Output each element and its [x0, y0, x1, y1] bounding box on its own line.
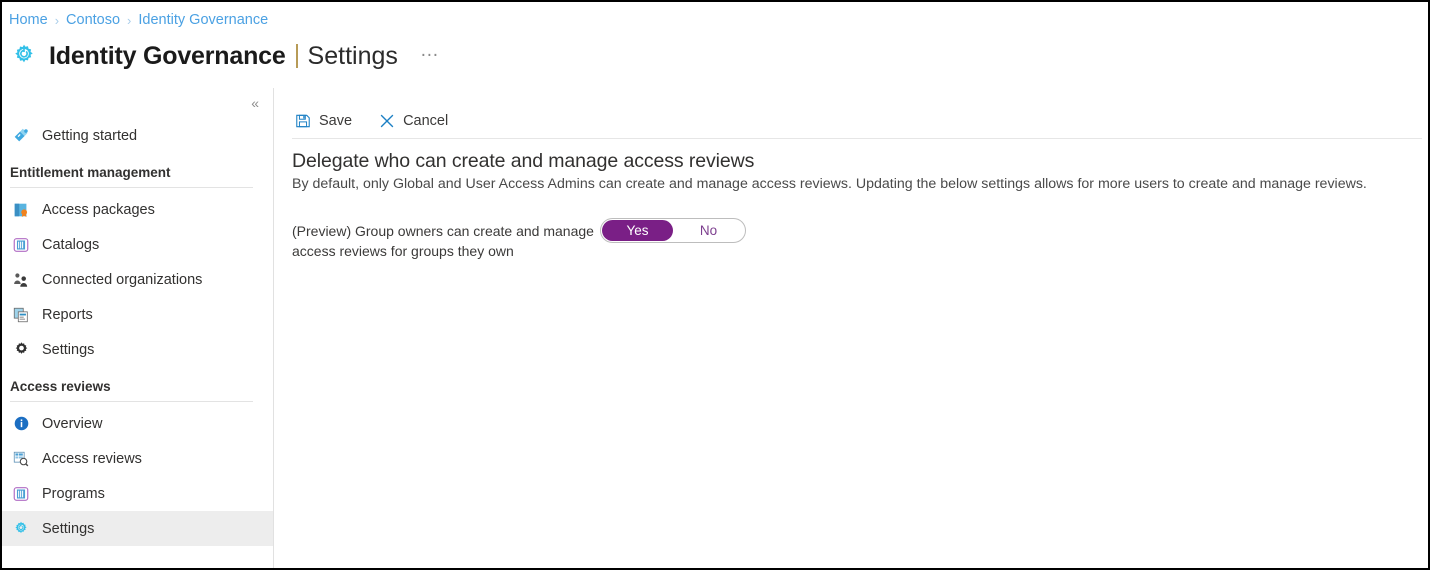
- sidebar-section-title: Access reviews: [10, 379, 111, 394]
- sidebar-item-getting-started[interactable]: Getting started: [2, 118, 273, 153]
- sidebar: « Getting started Entitlement management: [2, 88, 274, 568]
- main-content: Delegate who can create and manage acces…: [292, 150, 1424, 261]
- sidebar-item-programs[interactable]: Programs: [2, 476, 273, 511]
- sidebar-item-access-reviews[interactable]: Access reviews: [2, 441, 273, 476]
- sidebar-item-label: Access packages: [42, 201, 155, 218]
- page-subtitle: Settings: [307, 41, 398, 70]
- sidebar-item-label: Connected organizations: [42, 271, 203, 288]
- sidebar-item-label: Programs: [42, 485, 105, 502]
- rocket-icon: [10, 126, 32, 146]
- content-description: By default, only Global and User Access …: [292, 176, 1367, 192]
- save-disk-icon: [294, 113, 311, 130]
- azure-portal-window: Home › Contoso › Identity Governance Ide…: [0, 0, 1430, 570]
- sidebar-item-label: Getting started: [42, 127, 138, 144]
- more-options-icon[interactable]: …: [420, 41, 440, 66]
- sidebar-section-entitlement-management: Entitlement management: [2, 165, 273, 188]
- sidebar-item-label: Reports: [42, 306, 93, 323]
- breadcrumb-item-contoso[interactable]: Contoso: [66, 12, 120, 28]
- setting-label-line1: (Preview) Group owners can create and ma…: [292, 223, 594, 239]
- gear-icon: [10, 340, 32, 360]
- sidebar-section-divider: [10, 187, 253, 188]
- setting-label-line2: access reviews for groups they own: [292, 243, 514, 259]
- identity-governance-gear-icon: [9, 41, 39, 71]
- page-header: Identity Governance Settings …: [9, 36, 440, 76]
- command-bar-divider: [292, 138, 1422, 139]
- breadcrumb-separator-icon: ›: [54, 12, 60, 28]
- reports-icon: [10, 305, 32, 325]
- sidebar-item-label: Settings: [42, 520, 95, 537]
- setting-label: (Preview) Group owners can create and ma…: [292, 218, 600, 261]
- collapse-chevron-icon[interactable]: «: [247, 93, 263, 113]
- breadcrumb-item-identity-governance[interactable]: Identity Governance: [138, 12, 268, 28]
- sidebar-item-reports[interactable]: Reports: [2, 297, 273, 332]
- command-bar: Save Cancel: [292, 106, 1422, 136]
- page-title: Identity Governance: [49, 41, 286, 70]
- cancel-label: Cancel: [403, 113, 449, 129]
- programs-book-icon: [10, 484, 32, 504]
- sidebar-item-label: Settings: [42, 341, 95, 358]
- sidebar-item-label: Overview: [42, 415, 103, 432]
- catalog-book-icon: [10, 235, 32, 255]
- sidebar-item-access-packages[interactable]: Access packages: [2, 192, 273, 227]
- sidebar-item-catalogs[interactable]: Catalogs: [2, 227, 273, 262]
- sidebar-item-connected-organizations[interactable]: Connected organizations: [2, 262, 273, 297]
- sidebar-item-settings-access-reviews[interactable]: Settings: [2, 511, 273, 546]
- sidebar-item-overview[interactable]: Overview: [2, 406, 273, 441]
- sidebar-section-divider: [10, 401, 253, 402]
- breadcrumb-separator-icon: ›: [127, 12, 132, 28]
- toggle-option-yes[interactable]: Yes: [602, 220, 673, 241]
- breadcrumb-item-home[interactable]: Home: [9, 12, 48, 28]
- save-button[interactable]: Save: [292, 111, 354, 132]
- cancel-button[interactable]: Cancel: [376, 111, 450, 132]
- sidebar-collapse-row: «: [2, 88, 273, 118]
- content-heading: Delegate who can create and manage acces…: [292, 150, 755, 172]
- sidebar-item-settings-entitlement[interactable]: Settings: [2, 332, 273, 367]
- sidebar-section-access-reviews: Access reviews: [2, 379, 273, 402]
- info-icon: [10, 414, 32, 434]
- people-icon: [10, 270, 32, 290]
- toggle-option-no[interactable]: No: [673, 220, 744, 241]
- sidebar-item-label: Access reviews: [42, 450, 142, 467]
- sidebar-section-title: Entitlement management: [10, 165, 171, 180]
- group-owners-yes-no-toggle[interactable]: Yes No: [600, 218, 746, 243]
- access-package-icon: [10, 200, 32, 220]
- access-review-search-icon: [10, 449, 32, 469]
- breadcrumb: Home › Contoso › Identity Governance: [9, 10, 268, 30]
- setting-row-group-owners: (Preview) Group owners can create and ma…: [292, 218, 1424, 261]
- save-label: Save: [319, 113, 353, 129]
- title-divider: [295, 44, 298, 68]
- close-x-icon: [378, 113, 395, 130]
- gear-blue-icon: [10, 519, 32, 539]
- sidebar-item-label: Catalogs: [42, 236, 100, 253]
